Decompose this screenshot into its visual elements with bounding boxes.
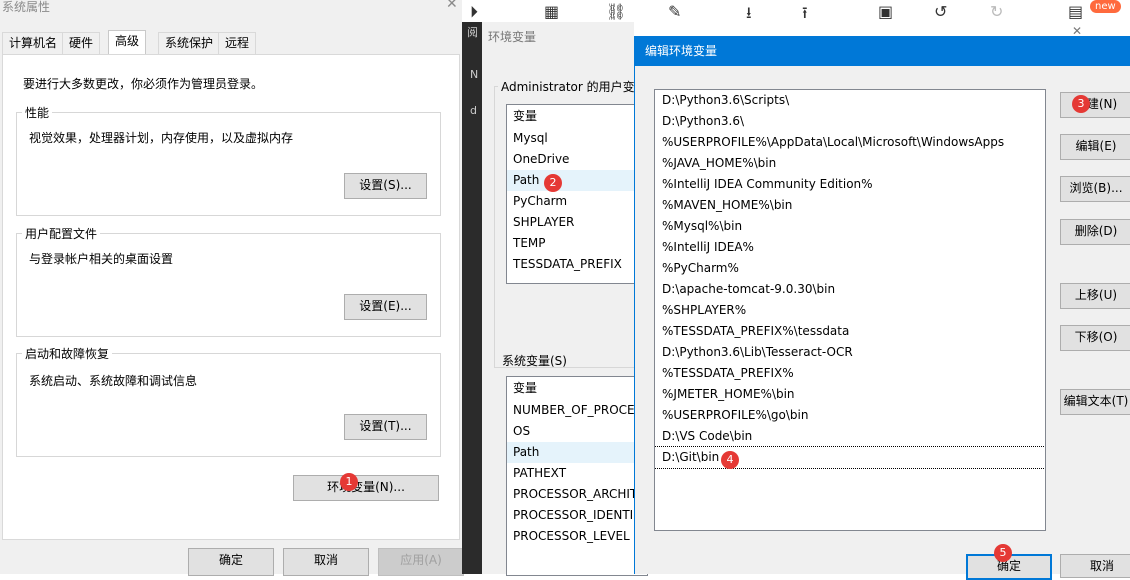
startup-settings-button[interactable]: 设置(T)...: [344, 414, 427, 440]
list-item[interactable]: TEMP: [507, 233, 647, 254]
list-item[interactable]: NUMBER_OF_PROCE: [507, 400, 647, 421]
user-vars-label: Administrator 的用户变: [498, 78, 638, 95]
user-profiles-settings-button[interactable]: 设置(E)...: [344, 294, 427, 320]
environment-variables-dialog: 阅 N d 环境变量 ✕ Administrator 的用户变 变量 Mysql…: [462, 22, 1082, 576]
side-fragment: N: [470, 68, 479, 81]
user-profiles-desc: 与登录帐户相关的桌面设置: [29, 252, 174, 266]
group-label-user-profiles: 用户配置文件: [22, 225, 101, 242]
stamp-icon[interactable]: ✎: [668, 2, 681, 21]
column-header-variable[interactable]: 变量: [507, 105, 647, 128]
system-variables-list[interactable]: 变量 NUMBER_OF_PROCE OS Path PATHEXT PROCE…: [506, 376, 648, 576]
new-badge: new: [1090, 0, 1121, 13]
tab-panel-advanced: 要进行大多数更改，你必须作为管理员登录。 性能 视觉效果，处理器计划，内存使用，…: [2, 54, 460, 540]
list-item[interactable]: OneDrive: [507, 149, 647, 170]
list-item[interactable]: %IntelliJ IDEA Community Edition%: [655, 174, 1045, 195]
list-item[interactable]: PATHEXT: [507, 463, 647, 484]
browse-button[interactable]: 浏览(B)...: [1060, 176, 1130, 202]
performance-desc: 视觉效果，处理器计划，内存使用，以及虚拟内存: [29, 131, 294, 145]
table-icon[interactable]: ▦: [544, 2, 559, 21]
apply-button[interactable]: 应用(A): [378, 548, 464, 576]
tab-hardware[interactable]: 硬件: [62, 32, 101, 54]
cancel-button[interactable]: 取消: [283, 548, 369, 576]
list-item[interactable]: %TESSDATA_PREFIX%\tessdata: [655, 321, 1045, 342]
group-user-profiles: 用户配置文件 与登录帐户相关的桌面设置 设置(E)...: [16, 225, 441, 337]
list-item-selected[interactable]: Path: [507, 442, 647, 463]
step-badge-5: 5: [994, 544, 1012, 562]
step-badge-1: 1: [340, 473, 358, 491]
list-item[interactable]: Mysql: [507, 128, 647, 149]
list-item[interactable]: PyCharm: [507, 191, 647, 212]
tab-remote[interactable]: 远程: [218, 32, 257, 54]
link-icon[interactable]: ⛓: [606, 2, 626, 21]
layout-icon[interactable]: ▤: [1068, 2, 1083, 21]
performance-settings-button[interactable]: 设置(S)...: [344, 173, 427, 199]
list-item[interactable]: D:\Python3.6\Scripts\: [655, 90, 1045, 111]
cancel-button[interactable]: 取消: [1060, 554, 1130, 578]
delete-button[interactable]: 删除(D): [1060, 219, 1130, 245]
edit-environment-variable-dialog: 编辑环境变量 D:\Python3.6\Scripts\ D:\Python3.…: [634, 36, 1130, 580]
group-label-performance: 性能: [22, 104, 53, 121]
dialog-title: 环境变量: [488, 30, 537, 44]
list-item[interactable]: D:\Python3.6\Lib\Tesseract-OCR: [655, 342, 1045, 363]
dialog-title: 系统属性: [2, 0, 51, 14]
list-item[interactable]: PROCESSOR_ARCHIT: [507, 484, 647, 505]
list-item[interactable]: TESSDATA_PREFIX: [507, 254, 647, 275]
tab-advanced[interactable]: 高级: [108, 30, 147, 55]
list-item[interactable]: %TESSDATA_PREFIX%: [655, 363, 1045, 384]
list-item[interactable]: PROCESSOR_LEVEL: [507, 526, 647, 547]
step-badge-2: 2: [544, 174, 562, 192]
group-performance: 性能 视觉效果，处理器计划，内存使用，以及虚拟内存 设置(S)...: [16, 104, 441, 216]
system-vars-label: 系统变量(S): [502, 354, 567, 368]
list-item[interactable]: %USERPROFILE%\go\bin: [655, 405, 1045, 426]
edit-text-button[interactable]: 编辑文本(T): [1060, 389, 1130, 415]
list-item[interactable]: D:\Python3.6\: [655, 111, 1045, 132]
list-item[interactable]: %USERPROFILE%\AppData\Local\Microsoft\Wi…: [655, 132, 1045, 153]
move-down-button[interactable]: 下移(O): [1060, 325, 1130, 351]
list-item[interactable]: D:\VS Code\bin: [655, 426, 1045, 447]
list-item[interactable]: %IntelliJ IDEA%: [655, 237, 1045, 258]
redo-icon[interactable]: ↻: [990, 2, 1003, 21]
side-fragment: 阅: [467, 26, 478, 39]
dialog-titlebar: 编辑环境变量: [635, 36, 1130, 66]
list-item[interactable]: SHPLAYER: [507, 212, 647, 233]
list-item[interactable]: %JMETER_HOME%\bin: [655, 384, 1045, 405]
list-item[interactable]: %SHPLAYER%: [655, 300, 1045, 321]
list-item[interactable]: OS: [507, 421, 647, 442]
tab-computer-name[interactable]: 计算机名: [2, 32, 65, 54]
system-properties-dialog: 系统属性 ✕ 计算机名 硬件 高级 系统保护 远程 要进行大多数更改，你必须作为…: [0, 0, 464, 576]
edit-button[interactable]: 编辑(E): [1060, 134, 1130, 160]
column-header-variable[interactable]: 变量: [507, 377, 647, 400]
undo-icon[interactable]: ↺: [934, 2, 947, 21]
ok-button[interactable]: 确定: [188, 548, 274, 576]
move-up-button[interactable]: 上移(U): [1060, 283, 1130, 309]
startup-desc: 系统启动、系统故障和调试信息: [29, 374, 198, 388]
dialog-title: 编辑环境变量: [645, 44, 718, 58]
side-fragment: d: [470, 104, 477, 117]
group-label-startup: 启动和故障恢复: [22, 345, 113, 362]
admin-note: 要进行大多数更改，你必须作为管理员登录。: [23, 77, 264, 91]
list-item[interactable]: %MAVEN_HOME%\bin: [655, 195, 1045, 216]
list-item-selected[interactable]: Path: [507, 170, 647, 191]
list-item-editing[interactable]: D:\Git\bin: [655, 446, 1045, 469]
background-editor-strip: 阅 N d: [462, 22, 482, 574]
step-badge-4: 4: [721, 451, 739, 469]
list-item[interactable]: %Mysql%\bin: [655, 216, 1045, 237]
list-item[interactable]: %JAVA_HOME%\bin: [655, 153, 1045, 174]
close-icon[interactable]: ✕: [446, 0, 458, 12]
path-entries-list[interactable]: D:\Python3.6\Scripts\ D:\Python3.6\ %USE…: [654, 89, 1046, 531]
list-item[interactable]: PROCESSOR_IDENTI: [507, 505, 647, 526]
list-item[interactable]: %PyCharm%: [655, 258, 1045, 279]
upload-icon[interactable]: ⭱: [802, 2, 808, 29]
download-icon[interactable]: ⭳: [746, 2, 752, 29]
media-icon[interactable]: ⏵: [470, 2, 478, 22]
tab-system-protection[interactable]: 系统保护: [158, 32, 221, 54]
save-icon[interactable]: ▣: [878, 2, 893, 21]
group-startup-recovery: 启动和故障恢复 系统启动、系统故障和调试信息 设置(T)...: [16, 345, 441, 457]
new-button[interactable]: 新建(N): [1060, 92, 1130, 118]
user-variables-list[interactable]: 变量 Mysql OneDrive Path PyCharm SHPLAYER …: [506, 104, 648, 284]
step-badge-3: 3: [1072, 95, 1090, 113]
environment-variables-button[interactable]: 环境变量(N)...: [293, 475, 439, 501]
list-item[interactable]: D:\apache-tomcat-9.0.30\bin: [655, 279, 1045, 300]
